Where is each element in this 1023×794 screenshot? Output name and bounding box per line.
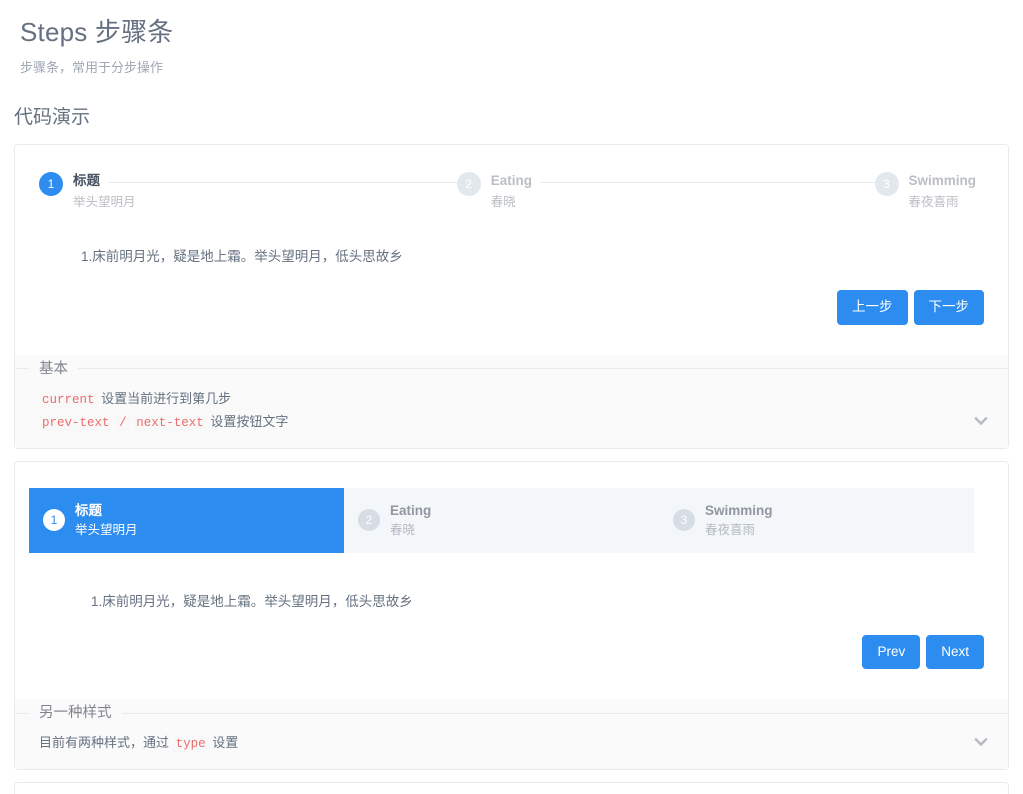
- simple-step-description-1: 举头望明月: [75, 522, 138, 537]
- desc-prev-next-text: 设置按钮文字: [210, 413, 289, 429]
- step-content-2: Eating 春晓: [481, 171, 875, 212]
- section-title: 代码演示: [14, 107, 91, 128]
- demo-card-simple: 1 标题 举头望明月 2 Eating 春晓 3 Swimming 春夜喜雨 1…: [14, 460, 1009, 770]
- demo-card-third: 1 标题 举头望明月 2 Eating 春晓 3: [14, 782, 1009, 794]
- code-separator: /: [116, 414, 130, 431]
- legend-label: 基本: [39, 360, 68, 377]
- demo-basic-button-row: 上一步 下一步: [39, 290, 984, 325]
- simple-step-item-2[interactable]: 2 Eating 春晓: [344, 487, 659, 553]
- desc-line-type: 目前有两种样式，通过 type 设置: [39, 732, 986, 755]
- demo-simple-content: 1.床前明月光，疑是地上霜。举头望明月，低头思故乡: [91, 593, 413, 609]
- legend-prefix-line: [15, 712, 29, 714]
- simple-step-title-2: Eating: [390, 502, 432, 518]
- demo-basic-desc-lines: current 设置当前进行到第几步 prev-text / next-text…: [15, 382, 1008, 434]
- step-item-3[interactable]: 3 Swimming 春夜喜雨: [874, 171, 985, 212]
- desc-line-current: current 设置当前进行到第几步: [39, 388, 986, 411]
- demo-simple-button-row: Prev Next: [39, 634, 984, 669]
- prev-button[interactable]: Prev: [862, 634, 921, 669]
- page-root: Steps 步骤条 步骤条，常用于分步操作 代码演示 1 标题 举头望明月 2: [0, 12, 1023, 794]
- simple-step-number-3: 3: [673, 509, 695, 531]
- legend-line: [78, 368, 1008, 369]
- desc-current-text: 设置当前进行到第几步: [101, 390, 232, 406]
- simple-step-number-2: 2: [358, 509, 380, 531]
- legend-prefix-line: [15, 368, 29, 369]
- demo-card-basic-body: 1 标题 举头望明月 2 Eating 春晓 3 Swimming 春夜喜雨 1…: [15, 145, 1008, 341]
- legend-label-2: 另一种样式: [39, 705, 112, 721]
- steps-simple: 1 标题 举头望明月 2 Eating 春晓 3 Swimming 春夜喜雨: [29, 487, 974, 553]
- step-description-3: 春夜喜雨: [908, 195, 959, 209]
- step-number-1: 1: [39, 172, 63, 196]
- steps-default: 1 标题 举头望明月 2 Eating 春晓 3 Swimming 春夜喜雨: [39, 171, 985, 212]
- demo-card-simple-body: 1 标题 举头望明月 2 Eating 春晓 3 Swimming 春夜喜雨 1…: [15, 462, 1008, 686]
- next-button[interactable]: Next: [926, 634, 984, 669]
- demo-card-third-body: 1 标题 举头望明月 2 Eating 春晓 3: [15, 783, 1008, 794]
- desc-type-text-a: 目前有两种样式，通过: [39, 735, 170, 750]
- step-title-1: 标题: [73, 171, 108, 191]
- simple-step-item-3[interactable]: 3 Swimming 春夜喜雨: [659, 487, 974, 553]
- simple-step-content-1: 标题 举头望明月: [65, 502, 138, 539]
- desc-type-text-b: 设置: [212, 735, 239, 750]
- page-subtitle: 步骤条，常用于分步操作: [20, 60, 164, 75]
- demo-basic-description: 基本 current 设置当前进行到第几步 prev-text / next-t…: [15, 354, 1008, 448]
- step-description-1: 举头望明月: [73, 195, 136, 209]
- demo-basic-content: 1.床前明月光，疑是地上霜。举头望明月，低头思故乡: [81, 249, 403, 264]
- prev-step-button[interactable]: 上一步: [837, 290, 908, 325]
- step-number-2: 2: [456, 172, 481, 196]
- chevron-down-icon[interactable]: [972, 412, 990, 430]
- simple-step-number-1: 1: [43, 509, 65, 531]
- code-next-text: next-text: [133, 414, 207, 431]
- step-connector-2: [490, 182, 875, 183]
- simple-step-description-2: 春晓: [390, 522, 416, 537]
- simple-step-content-3: Swimming 春夜喜雨: [695, 502, 773, 539]
- demo-basic-legend: 基本: [15, 356, 1008, 382]
- step-content-1: 标题 举头望明月: [63, 171, 457, 212]
- simple-step-title-3: Swimming: [705, 502, 773, 518]
- demo-card-basic: 1 标题 举头望明月 2 Eating 春晓 3 Swimming 春夜喜雨 1…: [14, 144, 1009, 449]
- simple-step-content-2: Eating 春晓: [380, 502, 431, 539]
- code-type: type: [172, 736, 209, 752]
- demo-simple-desc-lines: 目前有两种样式，通过 type 设置: [15, 726, 1008, 755]
- desc-line-prev-next: prev-text / next-text 设置按钮文字: [39, 411, 986, 434]
- step-item-2[interactable]: 2 Eating 春晓: [456, 171, 875, 212]
- demo-simple-description: 另一种样式 目前有两种样式，通过 type 设置: [15, 699, 1008, 769]
- step-content-3: Swimming 春夜喜雨: [899, 171, 985, 212]
- step-title-2: Eating: [490, 171, 541, 191]
- simple-step-item-1[interactable]: 1 标题 举头望明月: [29, 487, 344, 553]
- code-current: current: [39, 391, 98, 408]
- legend-line: [121, 712, 1008, 714]
- step-item-1[interactable]: 1 标题 举头望明月: [39, 171, 457, 212]
- demo-simple-legend: 另一种样式: [15, 700, 1008, 726]
- step-number-3: 3: [874, 172, 899, 196]
- step-title-3: Swimming: [908, 171, 985, 191]
- step-connector-1: [73, 182, 457, 183]
- simple-step-title-1: 标题: [75, 502, 102, 518]
- simple-step-description-3: 春夜喜雨: [705, 522, 756, 537]
- chevron-down-icon[interactable]: [972, 733, 990, 751]
- step-description-2: 春晓: [490, 195, 516, 209]
- code-prev-text: prev-text: [39, 414, 113, 431]
- next-step-button[interactable]: 下一步: [913, 290, 984, 325]
- page-title: Steps 步骤条: [20, 17, 174, 47]
